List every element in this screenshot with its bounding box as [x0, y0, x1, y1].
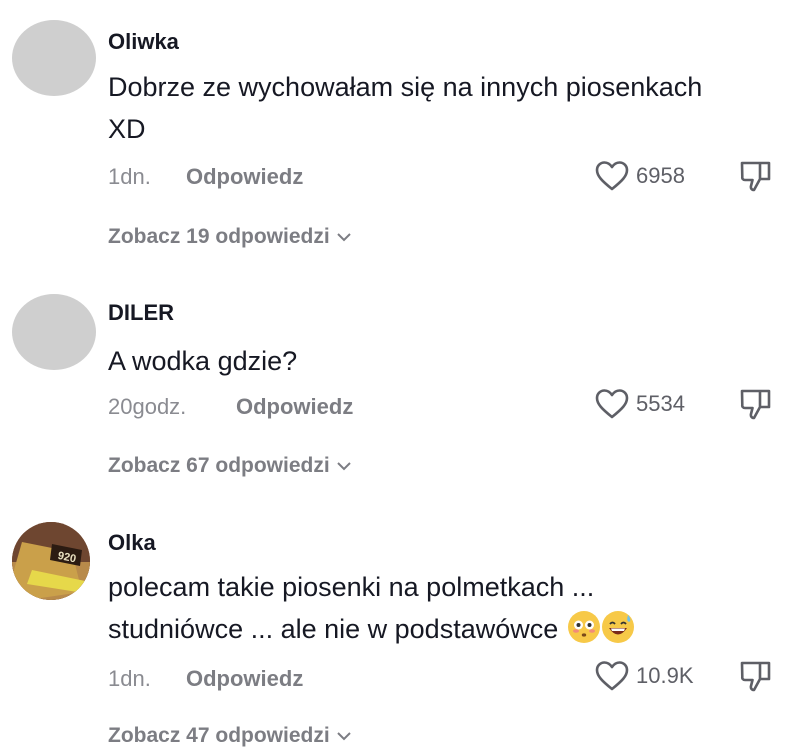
grinning-sweat-emoji-icon: [601, 611, 634, 643]
comment-username[interactable]: Oliwka: [108, 29, 179, 55]
reply-button[interactable]: Odpowiedz: [236, 394, 353, 420]
comments-list: Oliwka Dobrze ze wychowałam się na innyc…: [0, 0, 793, 749]
reply-button[interactable]: Odpowiedz: [186, 666, 303, 692]
chevron-down-icon: [336, 462, 351, 471]
comment-item: 920 Olka polecam takie piosenki na polme…: [0, 500, 793, 749]
heart-outline-icon: [595, 389, 629, 419]
avatar[interactable]: 920: [12, 522, 90, 600]
view-replies-button[interactable]: Zobacz 67 odpowiedzi: [108, 454, 352, 478]
thumbs-down-icon: [740, 161, 771, 192]
dislike-button[interactable]: [738, 658, 774, 694]
comment-text-line-text: studniówce ... ale nie w podstawówce: [108, 614, 559, 644]
view-replies-label: Zobacz 19 odpowiedzi: [108, 225, 330, 248]
avatar[interactable]: [12, 294, 96, 370]
comment-time: 1dn.: [108, 164, 151, 189]
like-button[interactable]: 10.9K: [594, 658, 694, 694]
comment-time: 20godz.: [108, 394, 187, 419]
comment-username[interactable]: Olka: [108, 530, 156, 556]
chevron-down-icon: [336, 732, 351, 741]
like-count: 10.9K: [636, 663, 694, 688]
like-button[interactable]: 6958: [594, 158, 685, 194]
comment-text: polecam takie piosenki na polmetkach ...…: [108, 566, 748, 650]
comment-username[interactable]: DILER: [108, 300, 174, 326]
comment-item: DILER A wodka gdzie? 20godz. Odpowiedz 5…: [0, 276, 793, 526]
comment-item: Oliwka Dobrze ze wychowałam się na innyc…: [0, 0, 793, 250]
like-button[interactable]: 5534: [594, 386, 685, 422]
dislike-button[interactable]: [738, 158, 774, 194]
heart-outline-icon: [595, 661, 629, 691]
dislike-button[interactable]: [738, 386, 774, 422]
view-replies-button[interactable]: Zobacz 47 odpowiedzi: [108, 724, 352, 748]
like-count: 5534: [636, 391, 685, 416]
comment-text: Dobrze ze wychowałam się na innych piose…: [108, 72, 703, 144]
avatar-image: 920: [12, 522, 90, 600]
comment-time: 1dn.: [108, 666, 151, 691]
thumbs-down-icon: [740, 389, 771, 420]
view-replies-label: Zobacz 67 odpowiedzi: [108, 454, 330, 477]
comment-text-line: polecam takie piosenki na polmetkach ...: [108, 572, 595, 602]
thumbs-down-icon: [740, 661, 771, 692]
comment-text: A wodka gdzie?: [108, 346, 298, 376]
heart-outline-icon: [595, 161, 629, 191]
comment-text-line-2: studniówce ... ale nie w podstawówce: [108, 608, 748, 650]
avatar[interactable]: [12, 20, 96, 96]
view-replies-label: Zobacz 47 odpowiedzi: [108, 724, 330, 747]
view-replies-button[interactable]: Zobacz 19 odpowiedzi: [108, 225, 352, 249]
reply-button[interactable]: Odpowiedz: [186, 164, 303, 190]
chevron-down-icon: [336, 233, 351, 242]
like-count: 6958: [636, 163, 685, 188]
flushed-face-emoji-icon: [567, 611, 600, 643]
